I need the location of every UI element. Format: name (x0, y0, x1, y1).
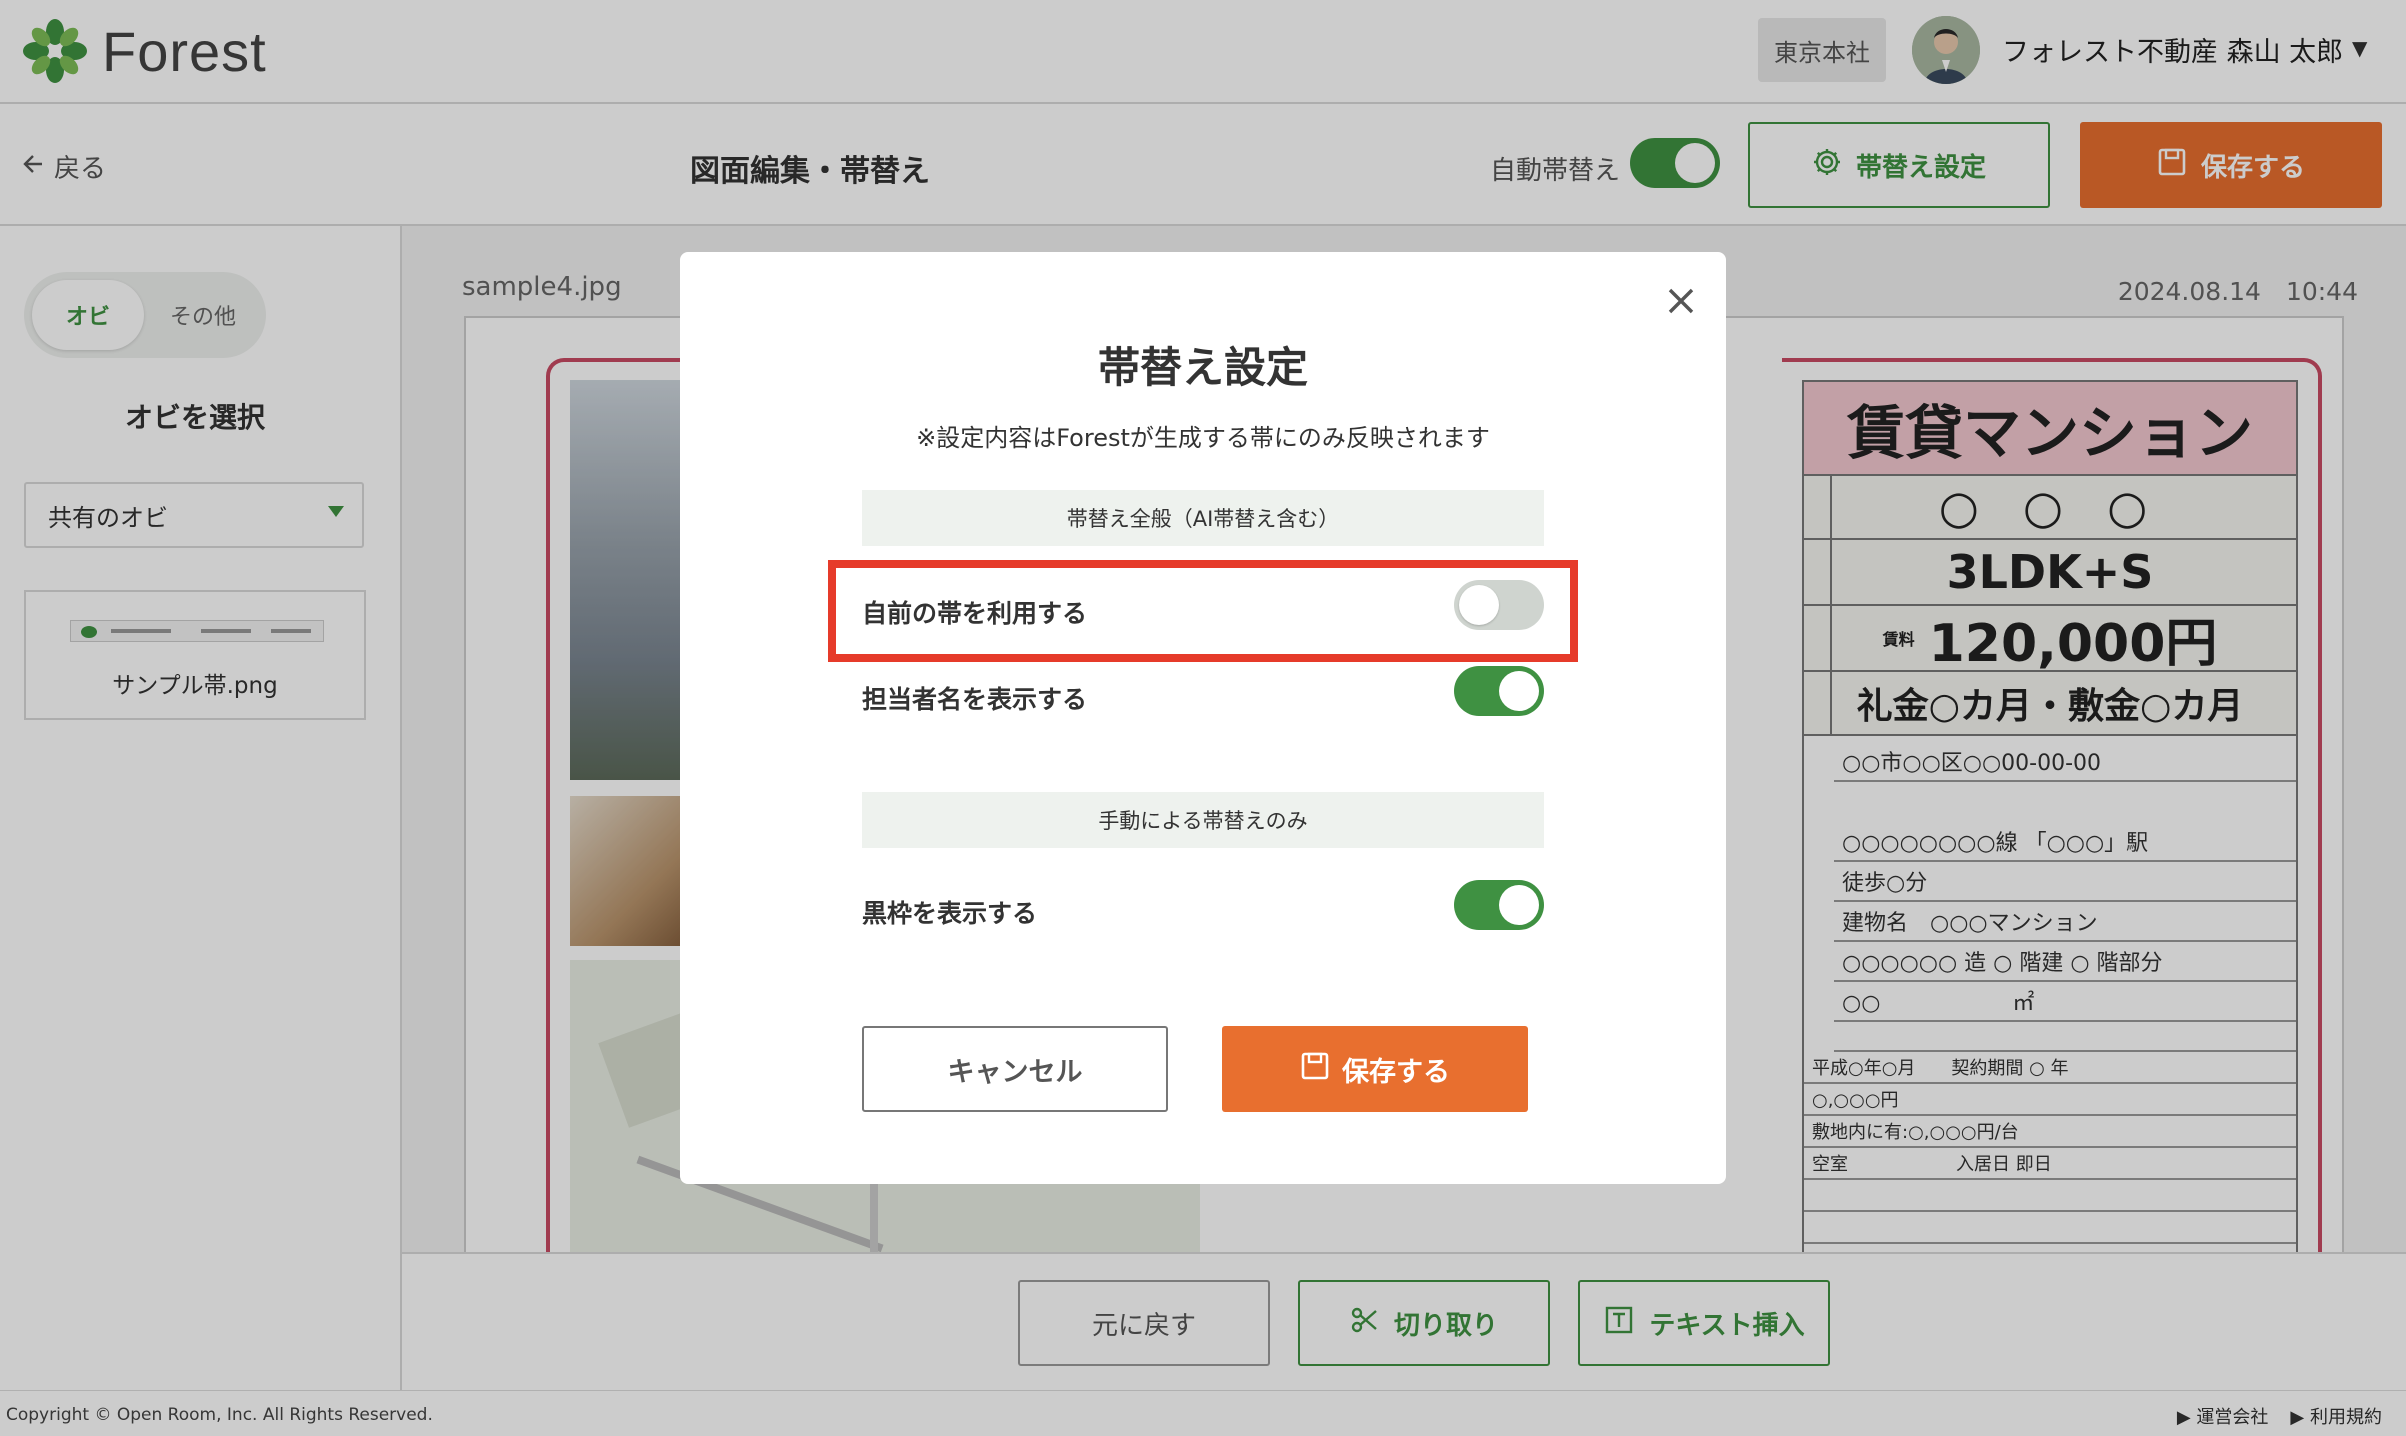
own-obi-toggle[interactable] (1454, 580, 1544, 630)
modal-save-button[interactable]: 保存する (1222, 1026, 1528, 1112)
toggle-knob (1499, 885, 1539, 925)
cancel-button[interactable]: キャンセル (862, 1026, 1168, 1112)
toggle-knob (1459, 585, 1499, 625)
agent-name-toggle[interactable] (1454, 666, 1544, 716)
section-manual: 手動による帯替えのみ (862, 792, 1544, 848)
close-icon[interactable] (1658, 278, 1704, 324)
section-general: 帯替え全般（AI帯替え含む） (862, 490, 1544, 546)
option-label-agent-name: 担当者名を表示する (862, 685, 1088, 714)
obi-settings-modal: 帯替え設定 ※設定内容はForestが生成する帯にのみ反映されます 帯替え全般（… (680, 252, 1726, 1184)
black-frame-toggle[interactable] (1454, 880, 1544, 930)
modal-note: ※設定内容はForestが生成する帯にのみ反映されます (916, 424, 1490, 452)
modal-title: 帯替え設定 (1097, 343, 1308, 392)
toggle-knob (1499, 671, 1539, 711)
option-label-black-frame: 黒枠を表示する (862, 899, 1038, 928)
modal-save-label: 保存する (1342, 1056, 1450, 1088)
floppy-disk-icon (1300, 1051, 1330, 1088)
option-label-own-obi: 自前の帯を利用する (862, 599, 1088, 628)
